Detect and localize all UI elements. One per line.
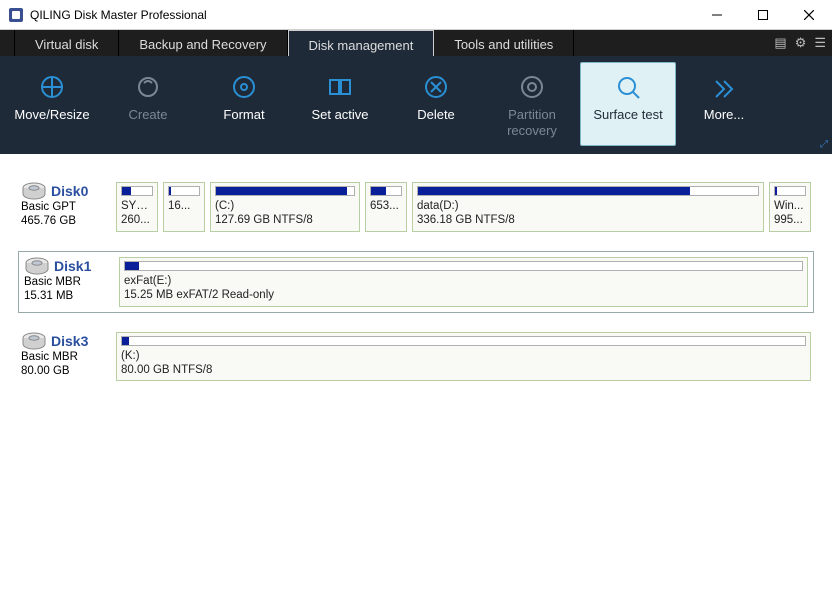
disk-icon	[24, 257, 50, 275]
delete-icon	[422, 73, 450, 101]
tool-delete[interactable]: Delete	[388, 62, 484, 146]
partition-label: (C:)	[215, 199, 355, 213]
more-icon	[710, 73, 738, 101]
partition-size: 336.18 GB NTFS/8	[417, 213, 759, 227]
partition[interactable]: 653...	[365, 182, 407, 232]
partition-label: (K:)	[121, 349, 806, 363]
surface-test-icon	[614, 73, 642, 101]
disk-name: Disk0	[51, 183, 88, 199]
disk-row: Disk0Basic GPT465.76 GBSYS...260...16...…	[18, 179, 814, 235]
tool-partition-recovery: Partition recovery	[484, 62, 580, 146]
maximize-button[interactable]	[740, 0, 786, 30]
disk-name: Disk1	[54, 258, 91, 274]
minimize-button[interactable]	[694, 0, 740, 30]
tool-create: Create	[100, 62, 196, 146]
partition-label: data(D:)	[417, 199, 759, 213]
usage-bar	[417, 186, 759, 196]
tab-strip: Virtual disk Backup and Recovery Disk ma…	[0, 30, 832, 56]
disk-size: 465.76 GB	[21, 214, 116, 228]
partition-recovery-icon	[518, 73, 546, 101]
titlebar: QILING Disk Master Professional	[0, 0, 832, 30]
disk-icon	[21, 182, 47, 200]
toolbar: Move/Resize Create Format Set active Delete P…	[0, 56, 832, 154]
partition[interactable]: (K:)80.00 GB NTFS/8	[116, 332, 811, 382]
disk-row: Disk1Basic MBR15.31 MBexFat(E:)15.25 MB …	[18, 251, 814, 313]
tab-tools-utilities[interactable]: Tools and utilities	[434, 30, 574, 56]
set-active-icon	[326, 73, 354, 101]
tab-virtual-disk[interactable]: Virtual disk	[14, 30, 119, 56]
disk-name: Disk3	[51, 333, 88, 349]
partition-size: 260...	[121, 213, 153, 227]
disk-header[interactable]: Disk1Basic MBR15.31 MB	[24, 257, 119, 307]
tool-set-active[interactable]: Set active	[292, 62, 388, 146]
partition[interactable]: data(D:)336.18 GB NTFS/8	[412, 182, 764, 232]
usage-bar	[168, 186, 200, 196]
partition[interactable]: (C:)127.69 GB NTFS/8	[210, 182, 360, 232]
settings-icon[interactable]: ⚙	[795, 35, 807, 51]
tool-label: Move/Resize	[14, 107, 89, 123]
partition-size: 15.25 MB exFAT/2 Read-only	[124, 288, 803, 302]
tab-backup-recovery[interactable]: Backup and Recovery	[119, 30, 287, 56]
tool-label: Format	[223, 107, 264, 123]
disk-type: Basic MBR	[21, 350, 116, 364]
usage-bar	[215, 186, 355, 196]
menu-icon[interactable]: ☰	[814, 35, 826, 51]
tool-label: Create	[128, 107, 167, 123]
tab-disk-management[interactable]: Disk management	[288, 30, 435, 56]
tool-label: Set active	[311, 107, 368, 123]
disk-header[interactable]: Disk3Basic MBR80.00 GB	[21, 332, 116, 382]
partition-size: 653...	[370, 199, 402, 213]
partition-container: (K:)80.00 GB NTFS/8	[116, 332, 811, 382]
disk-row: Disk3Basic MBR80.00 GB(K:)80.00 GB NTFS/…	[18, 329, 814, 385]
panel-icon[interactable]: ▤	[774, 35, 786, 51]
move-resize-icon	[38, 73, 66, 101]
tool-format[interactable]: Format	[196, 62, 292, 146]
create-icon	[134, 73, 162, 101]
disk-list: Disk0Basic GPT465.76 GBSYS...260...16...…	[0, 154, 832, 384]
disk-icon	[21, 332, 47, 350]
disk-type: Basic GPT	[21, 200, 116, 214]
app-logo-icon	[8, 7, 24, 23]
partition-container: exFat(E:)15.25 MB exFAT/2 Read-only	[119, 257, 808, 307]
window-title: QILING Disk Master Professional	[30, 8, 207, 22]
close-button[interactable]	[786, 0, 832, 30]
expand-icon[interactable]: ⤢	[820, 139, 828, 150]
usage-bar	[370, 186, 402, 196]
tool-more[interactable]: More...	[676, 62, 772, 146]
tool-label: Delete	[417, 107, 455, 123]
partition[interactable]: exFat(E:)15.25 MB exFAT/2 Read-only	[119, 257, 808, 307]
disk-header[interactable]: Disk0Basic GPT465.76 GB	[21, 182, 116, 232]
usage-bar	[121, 186, 153, 196]
partition[interactable]: SYS...260...	[116, 182, 158, 232]
partition-size: 16...	[168, 199, 200, 213]
disk-size: 15.31 MB	[24, 289, 119, 303]
tool-move-resize[interactable]: Move/Resize	[4, 62, 100, 146]
partition-size: 127.69 GB NTFS/8	[215, 213, 355, 227]
partition[interactable]: 16...	[163, 182, 205, 232]
usage-bar	[774, 186, 806, 196]
partition-size: 995...	[774, 213, 806, 227]
format-icon	[230, 73, 258, 101]
partition-label: Win...	[774, 199, 806, 213]
partition-container: SYS...260... 16... (C:)127.69 GB NTFS/8 653…	[116, 182, 811, 232]
partition[interactable]: Win...995...	[769, 182, 811, 232]
partition-label: SYS...	[121, 199, 153, 213]
disk-size: 80.00 GB	[21, 364, 116, 378]
tool-label: Surface test	[593, 107, 662, 123]
tool-label: More...	[704, 107, 744, 123]
tool-surface-test[interactable]: Surface test	[580, 62, 676, 146]
usage-bar	[121, 336, 806, 346]
usage-bar	[124, 261, 803, 271]
tool-label: Partition recovery	[507, 107, 557, 138]
partition-label: exFat(E:)	[124, 274, 803, 288]
disk-type: Basic MBR	[24, 275, 119, 289]
partition-size: 80.00 GB NTFS/8	[121, 363, 806, 377]
